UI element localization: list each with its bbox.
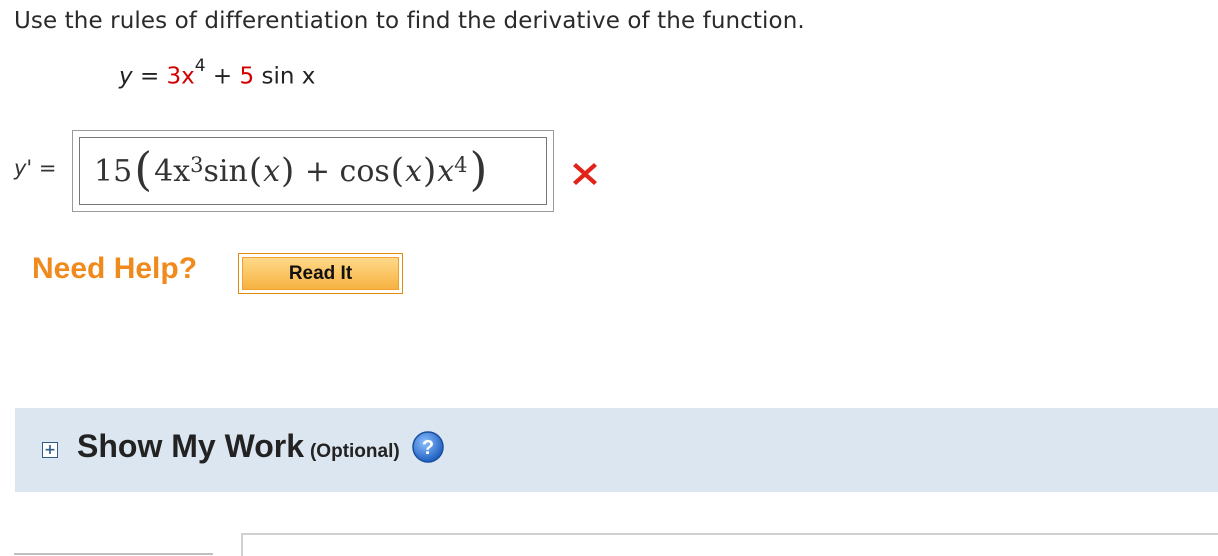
bottom-input-area[interactable] xyxy=(241,533,1218,556)
answer-x3: x xyxy=(437,153,455,189)
page: Use the rules of differentiation to find… xyxy=(0,0,1218,556)
function-term2-coef: 5 xyxy=(239,63,255,90)
answer-coef: 15 xyxy=(94,153,133,189)
need-help-label: Need Help? xyxy=(32,252,198,285)
incorrect-x-icon xyxy=(573,163,597,185)
answer-sin: sin xyxy=(203,153,248,189)
function-lhs: y xyxy=(119,63,133,90)
bottom-divider xyxy=(14,553,213,555)
help-question-glyph: ? xyxy=(422,437,434,459)
answer-label: y' = xyxy=(14,156,57,180)
function-plus: + xyxy=(212,63,233,90)
function-equals: = xyxy=(139,63,160,90)
read-it-label: Read It xyxy=(242,257,399,290)
expand-plus-icon[interactable]: + xyxy=(42,442,58,458)
paren-open-1: ( xyxy=(248,151,263,191)
read-it-button[interactable]: Read It xyxy=(238,253,403,294)
paren-close-2: ) xyxy=(422,151,437,191)
answer-box[interactable]: 15 ( 4x 3 sin (x) + cos (x) x 4 ) xyxy=(72,130,554,212)
answer-input[interactable]: 15 ( 4x 3 sin (x) + cos (x) x 4 ) xyxy=(79,137,547,205)
close-paren-large: ) xyxy=(469,142,488,196)
function-term1-coef: 3x xyxy=(166,63,195,90)
show-my-work-label: Show My Work xyxy=(77,428,304,464)
answer-term-a-exp: 3 xyxy=(190,153,204,177)
function-expression: y = 3x4 + 5 sin x xyxy=(119,56,316,90)
paren-close-1: ) xyxy=(281,151,295,191)
question-instruction: Use the rules of differentiation to find… xyxy=(14,8,805,34)
paren-open-2: ( xyxy=(390,151,405,191)
open-paren-large: ( xyxy=(134,142,153,196)
answer-label-text: y' xyxy=(14,156,33,180)
show-my-work-optional: (Optional) xyxy=(309,441,400,462)
help-question-icon[interactable]: ? xyxy=(411,430,445,464)
answer-label-equals: = xyxy=(38,156,57,180)
answer-x3-exp: 4 xyxy=(454,153,468,177)
answer-x1: x xyxy=(263,153,281,189)
show-my-work-title[interactable]: Show My Work (Optional) xyxy=(77,428,400,465)
answer-plus: + xyxy=(304,153,330,189)
function-term1-exp: 4 xyxy=(194,56,206,76)
show-my-work-panel: + Show My Work (Optional) ? xyxy=(15,408,1218,492)
answer-cos: cos xyxy=(339,153,390,189)
answer-x2: x xyxy=(405,153,422,189)
function-term2-rest: sin x xyxy=(261,63,316,90)
answer-term-a: 4x xyxy=(154,153,191,189)
